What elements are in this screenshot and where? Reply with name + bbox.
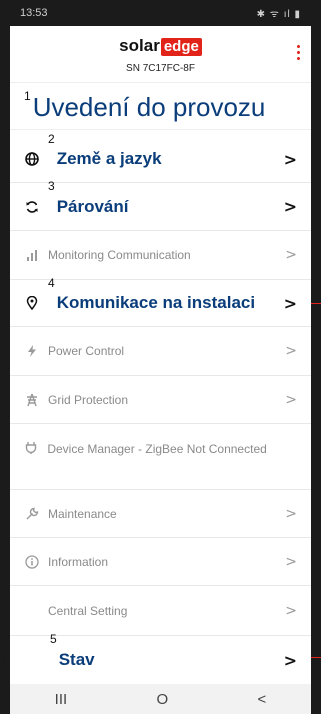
- menu-label-pairing: Párování: [56, 196, 129, 216]
- menu-label-grid-protection: Grid Protection: [48, 392, 129, 407]
- device-manager-row: Device Manager - ZigBee Not Connected: [10, 440, 311, 458]
- annotation-1: 1: [24, 89, 31, 103]
- lightning-icon: [24, 344, 40, 358]
- serial-number: SN 7C17FC-8F: [126, 63, 195, 74]
- chevron-right-icon: >: [283, 650, 297, 670]
- chevron-right-icon: >: [285, 602, 297, 619]
- solaredge-logo: solar edge: [10, 36, 311, 56]
- app-header: solar edge SN 7C17FC-8F: [10, 26, 311, 83]
- device-frame-right: [311, 0, 321, 714]
- device-frame-left: [0, 0, 10, 714]
- chevron-right-icon: >: [283, 149, 297, 169]
- wrench-icon: [24, 507, 40, 521]
- menu-item-site-communication[interactable]: 4 Komunikace na instalaci >: [10, 276, 311, 327]
- annotation-3: 3: [48, 179, 55, 193]
- chevron-right-icon: >: [283, 197, 297, 216]
- chevron-right-icon: >: [285, 343, 297, 359]
- logo-solar-text: solar: [119, 36, 160, 55]
- menu-item-pairing[interactable]: 3 Párování >: [10, 179, 311, 231]
- menu-item-central-setting[interactable]: Central Setting >: [10, 586, 311, 636]
- annotation-5: 5: [50, 632, 57, 646]
- plug-icon: [24, 442, 47, 456]
- menu-label-country-language: Země a jazyk: [56, 149, 162, 168]
- page-title-row: 1 Uvedení do provozu: [10, 83, 311, 130]
- callout-line-4: [311, 303, 321, 304]
- menu-label-monitoring-communication: Monitoring Communication: [48, 248, 191, 262]
- status-icons: ✱ ᯤ ıl ▮: [256, 9, 301, 20]
- callout-line-5: [311, 657, 321, 658]
- chevron-right-icon: >: [285, 247, 297, 263]
- menu-item-grid-protection[interactable]: Grid Protection >: [10, 376, 311, 424]
- phone-screen: 13:53 ✱ ᯤ ıl ▮ solar edge SN 7C17FC-8F 1 …: [10, 0, 311, 714]
- menu-label-information: Information: [48, 554, 109, 569]
- menu-item-country-language[interactable]: 2 Země a jazyk >: [10, 132, 311, 183]
- menu-item-monitoring-communication[interactable]: Monitoring Communication >: [10, 231, 311, 280]
- chevron-right-icon: >: [283, 293, 297, 313]
- annotation-4: 4: [48, 276, 55, 290]
- chevron-right-icon: >: [285, 391, 297, 408]
- status-bar: 13:53 ✱ ᯤ ıl ▮: [10, 0, 311, 26]
- menu-label-device-manager: Device Manager - ZigBee Not Connected: [47, 442, 267, 456]
- info-icon: [24, 554, 40, 569]
- menu-label-site-communication: Komunikace na instalaci: [56, 293, 256, 312]
- more-options-icon[interactable]: [297, 45, 301, 60]
- home-button[interactable]: O: [157, 691, 169, 708]
- chevron-right-icon: >: [285, 553, 297, 570]
- recents-button[interactable]: III: [55, 691, 68, 708]
- menu-item-maintenance[interactable]: Maintenance >: [10, 490, 311, 538]
- android-nav-bar: III O <: [10, 684, 311, 714]
- globe-icon: [24, 152, 40, 166]
- menu-item-status[interactable]: 5 Stav >: [10, 632, 311, 684]
- menu-item-device-manager: Device Manager - ZigBee Not Connected: [10, 424, 311, 490]
- location-pin-icon: [24, 296, 40, 310]
- status-time: 13:53: [20, 7, 48, 19]
- sync-icon: [24, 200, 40, 214]
- menu-label-power-control: Power Control: [48, 344, 125, 358]
- page-title: Uvedení do provozu: [32, 92, 266, 122]
- annotation-2: 2: [48, 132, 55, 146]
- menu-label-central-setting: Central Setting: [48, 603, 128, 618]
- back-button[interactable]: <: [258, 691, 267, 708]
- logo-edge-text: edge: [160, 38, 202, 56]
- menu-item-information[interactable]: Information >: [10, 538, 311, 586]
- menu-label-maintenance: Maintenance: [48, 506, 117, 521]
- menu-item-power-control[interactable]: Power Control >: [10, 327, 311, 376]
- power-tower-icon: [24, 393, 40, 407]
- chevron-right-icon: >: [285, 505, 297, 522]
- menu-label-status: Stav: [58, 650, 95, 669]
- bar-chart-icon: [24, 248, 40, 262]
